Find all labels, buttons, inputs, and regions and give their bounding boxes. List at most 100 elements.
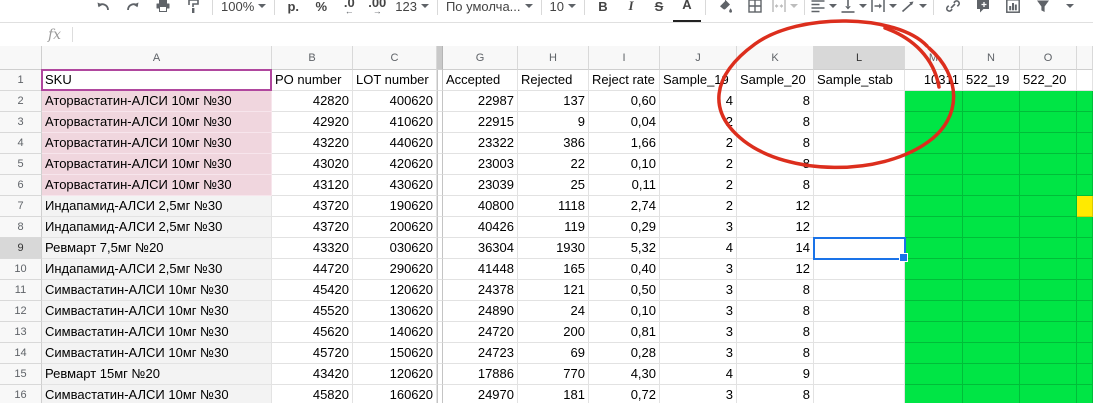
cell-C13[interactable]: 140620 [353, 322, 437, 343]
cell-H7[interactable]: 1118 [518, 196, 589, 217]
cell-O4[interactable] [1020, 133, 1077, 154]
cell-J12[interactable]: 3 [660, 301, 737, 322]
cell-P14[interactable] [1077, 343, 1093, 364]
cell-M12[interactable] [905, 301, 963, 322]
zoom-select[interactable]: 100% [217, 0, 270, 21]
cell-H2[interactable]: 137 [518, 91, 589, 112]
cell-C14[interactable]: 150620 [353, 343, 437, 364]
cell-A8[interactable]: Индапамид-АЛСИ 2,5мг №30 [42, 217, 272, 238]
cell-J7[interactable]: 2 [660, 196, 737, 217]
cell-B9[interactable]: 43320 [272, 238, 353, 259]
cell-G5[interactable]: 23003 [443, 154, 518, 175]
cell-P1[interactable] [1077, 70, 1093, 91]
cell-B8[interactable]: 43720 [272, 217, 353, 238]
cell-K5[interactable]: 8 [737, 154, 814, 175]
cell-J2[interactable]: 4 [660, 91, 737, 112]
cell-K9[interactable]: 14 [737, 238, 814, 259]
cell-N13[interactable] [963, 322, 1020, 343]
column-header-L[interactable]: L [814, 46, 905, 70]
cell-A13[interactable]: Симвастатин-АЛСИ 10мг №30 [42, 322, 272, 343]
cell-I12[interactable]: 0,10 [589, 301, 660, 322]
cell-L10[interactable] [814, 259, 905, 280]
cell-K7[interactable]: 12 [737, 196, 814, 217]
row-header-10[interactable]: 10 [0, 259, 42, 280]
cell-P6[interactable] [1077, 175, 1093, 196]
cell-B14[interactable]: 45720 [272, 343, 353, 364]
cell-P4[interactable] [1077, 133, 1093, 154]
cell-P13[interactable] [1077, 322, 1093, 343]
cell-H5[interactable]: 22 [518, 154, 589, 175]
select-all-corner[interactable] [0, 46, 42, 70]
cell-C4[interactable]: 440620 [353, 133, 437, 154]
cell-I8[interactable]: 0,29 [589, 217, 660, 238]
cell-O2[interactable] [1020, 91, 1077, 112]
fill-handle[interactable] [899, 253, 908, 262]
cell-I2[interactable]: 0,60 [589, 91, 660, 112]
cell-M3[interactable] [905, 112, 963, 133]
cell-G10[interactable]: 41448 [443, 259, 518, 280]
cell-M8[interactable] [905, 217, 963, 238]
cell-P9[interactable] [1077, 238, 1093, 259]
cell-J11[interactable]: 3 [660, 280, 737, 301]
cell-M5[interactable] [905, 154, 963, 175]
row-header-8[interactable]: 8 [0, 217, 42, 238]
cell-H4[interactable]: 386 [518, 133, 589, 154]
cell-J14[interactable]: 3 [660, 343, 737, 364]
font-size-select[interactable]: 10 [546, 0, 580, 21]
cell-C11[interactable]: 120620 [353, 280, 437, 301]
cell-N15[interactable] [963, 364, 1020, 385]
cell-K8[interactable]: 12 [737, 217, 814, 238]
cell-J5[interactable]: 2 [660, 154, 737, 175]
row-header-13[interactable]: 13 [0, 322, 42, 343]
cell-O7[interactable] [1020, 196, 1077, 217]
cell-P10[interactable] [1077, 259, 1093, 280]
row-header-1[interactable]: 1 [0, 70, 42, 91]
row-header-6[interactable]: 6 [0, 175, 42, 196]
cell-B6[interactable]: 43120 [272, 175, 353, 196]
cell-I4[interactable]: 1,66 [589, 133, 660, 154]
cell-A16[interactable]: Симвастатин-АЛСИ 10мг №30 [42, 385, 272, 403]
insert-link-button[interactable] [938, 0, 968, 21]
cell-G12[interactable]: 24890 [443, 301, 518, 322]
cell-L15[interactable] [814, 364, 905, 385]
format-percent-button[interactable]: % [307, 0, 335, 21]
cell-C1[interactable]: LOT number [353, 70, 437, 91]
italic-button[interactable]: I [617, 0, 645, 21]
cell-L5[interactable] [814, 154, 905, 175]
cell-I7[interactable]: 2,74 [589, 196, 660, 217]
cell-K12[interactable]: 8 [737, 301, 814, 322]
cell-H1[interactable]: Rejected [518, 70, 589, 91]
cell-N3[interactable] [963, 112, 1020, 133]
row-header-5[interactable]: 5 [0, 154, 42, 175]
borders-button[interactable] [740, 0, 770, 21]
cell-H3[interactable]: 9 [518, 112, 589, 133]
column-header-N[interactable]: N [963, 46, 1020, 70]
cell-A10[interactable]: Индапамид-АЛСИ 2,5мг №30 [42, 259, 272, 280]
cell-K1[interactable]: Sample_20 [737, 70, 814, 91]
cell-G13[interactable]: 24720 [443, 322, 518, 343]
cell-I10[interactable]: 0,40 [589, 259, 660, 280]
cell-L16[interactable] [814, 385, 905, 403]
cell-K16[interactable]: 8 [737, 385, 814, 403]
cell-B7[interactable]: 43720 [272, 196, 353, 217]
cell-L7[interactable] [814, 196, 905, 217]
horizontal-align-button[interactable] [809, 0, 839, 21]
cell-G11[interactable]: 24378 [443, 280, 518, 301]
row-header-7[interactable]: 7 [0, 196, 42, 217]
column-header-H[interactable]: H [518, 46, 589, 70]
cell-G8[interactable]: 40426 [443, 217, 518, 238]
cell-N16[interactable] [963, 385, 1020, 403]
formula-input[interactable] [73, 23, 1093, 46]
cell-H11[interactable]: 121 [518, 280, 589, 301]
cell-L11[interactable] [814, 280, 905, 301]
column-header-K[interactable]: K [737, 46, 814, 70]
cell-B2[interactable]: 42820 [272, 91, 353, 112]
cell-A15[interactable]: Ревмарт 15мг №20 [42, 364, 272, 385]
cell-M9[interactable] [905, 238, 963, 259]
bold-button[interactable]: B [589, 0, 617, 21]
cell-L3[interactable] [814, 112, 905, 133]
cell-P16[interactable] [1077, 385, 1093, 403]
print-button[interactable] [148, 0, 178, 21]
cell-N10[interactable] [963, 259, 1020, 280]
row-header-4[interactable]: 4 [0, 133, 42, 154]
